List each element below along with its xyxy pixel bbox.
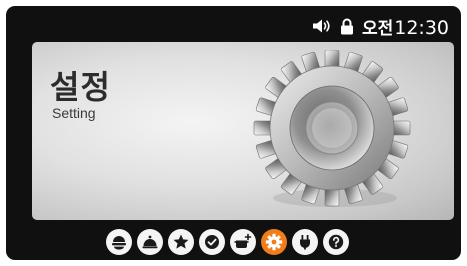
device-screen: 오전 12:30 설정 Setting: [6, 6, 461, 260]
speaker-icon: [312, 18, 332, 34]
page-subtitle: Setting: [52, 105, 96, 121]
lock-icon: [340, 18, 354, 35]
page-title: 설정: [50, 68, 111, 106]
cloche-icon[interactable]: [137, 229, 163, 255]
plug-icon[interactable]: [292, 229, 318, 255]
check-icon[interactable]: [199, 229, 225, 255]
star-icon[interactable]: [168, 229, 194, 255]
gear-icon[interactable]: [261, 229, 287, 255]
clock: 오전 12:30: [362, 14, 449, 39]
pot-plus-icon[interactable]: [230, 229, 256, 255]
clock-ampm: 오전: [361, 18, 394, 39]
settings-banner[interactable]: 설정 Setting: [32, 42, 454, 220]
status-bar: 오전 12:30: [312, 12, 449, 40]
gear-illustration: [253, 50, 411, 207]
question-icon[interactable]: [323, 229, 349, 255]
dock: [106, 229, 349, 255]
clock-time: 12:30: [394, 16, 449, 39]
dome-icon[interactable]: [106, 229, 132, 255]
